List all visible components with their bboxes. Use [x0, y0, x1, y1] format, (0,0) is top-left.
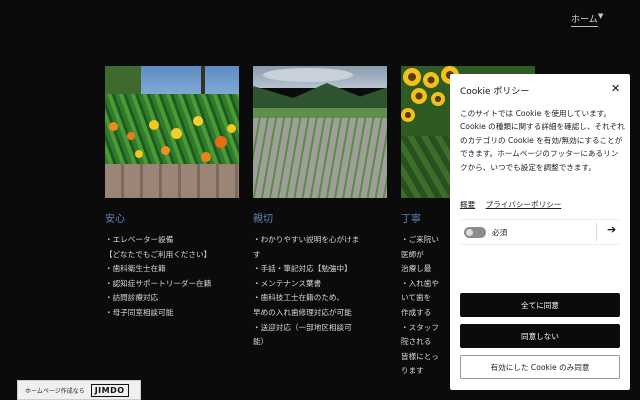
rice-field-image [253, 66, 387, 198]
list-item: ・メンテナンス葉書 [253, 278, 322, 288]
list-item: す [253, 249, 261, 259]
accept-enabled-button[interactable]: 有効にした Cookie のみ同意 [460, 355, 620, 379]
list-item: 能） [253, 337, 269, 347]
list-item: ・認知症サポートリーダー在籍 [105, 278, 212, 288]
list-item: ・送迎対応（一部地区相談可 [253, 322, 352, 332]
cookie-policy-dialog: Cookie ポリシー ✕ このサイトでは Cookie を使用しています。Co… [450, 74, 630, 390]
accept-all-button[interactable]: 全てに同意 [460, 293, 620, 317]
feature-column-2: 親切 ・わかりやすい説明を心がけま す ・手話・筆記対応【勉強中】 ・メンテナン… [253, 66, 387, 346]
list-item: ・母子同室相談可能 [105, 307, 174, 317]
jimdo-logo: JIMDO [90, 383, 129, 397]
dialog-links: 概要 プライバシーポリシー [460, 199, 569, 210]
list-item: ・手話・筆記対応【勉強中】 [253, 264, 352, 274]
decline-button[interactable]: 同意しない [460, 324, 620, 348]
dialog-title: Cookie ポリシー [460, 87, 530, 97]
feature-list: ・エレベーター設備 【どなたでもご利用ください】 ・歯科衛生士在籍 ・認知症サポ… [105, 233, 239, 321]
list-item: ・エレベーター設備 [105, 235, 174, 244]
column-title: 親切 [253, 214, 273, 225]
column-title: 安心 [105, 214, 125, 225]
list-item: ・歯科技工士在籍のため、 [253, 293, 345, 303]
required-cookie-row[interactable]: 必須 ➔ [460, 219, 620, 245]
list-item: 【どなたでもご利用ください】 [105, 249, 212, 259]
list-item: ・わかりやすい説明を心がけま [253, 235, 360, 244]
list-item: ・歯科衛生士在籍 [105, 264, 166, 274]
overview-link[interactable]: 概要 [460, 200, 475, 209]
badge-text: ホームページ作成なら [25, 387, 85, 395]
privacy-policy-link[interactable]: プライバシーポリシー [486, 200, 562, 209]
required-label: 必須 [492, 227, 508, 237]
jimdo-badge[interactable]: ホームページ作成なら JIMDO [17, 380, 141, 400]
column-title: 丁寧 [401, 214, 421, 225]
arrow-right-icon[interactable]: ➔ [607, 223, 616, 236]
list-item: 早めの入れ歯修理対応が可能 [253, 307, 352, 317]
nav-home-link[interactable]: ホーム [571, 12, 598, 27]
dialog-body-text: このサイトでは Cookie を使用しています。Cookie の種類に関する詳細… [460, 109, 625, 172]
list-item: ・訪問診療対応 [105, 293, 159, 303]
required-toggle [464, 226, 486, 238]
chevron-down-icon[interactable]: ▼ [598, 12, 603, 20]
feature-column-1: 安心 ・エレベーター設備 【どなたでもご利用ください】 ・歯科衛生士在籍 ・認知… [105, 66, 239, 317]
feature-list: ・わかりやすい説明を心がけま す ・手話・筆記対応【勉強中】 ・メンテナンス葉書… [253, 233, 387, 350]
flower-garden-image [105, 66, 239, 198]
close-icon[interactable]: ✕ [611, 82, 620, 95]
